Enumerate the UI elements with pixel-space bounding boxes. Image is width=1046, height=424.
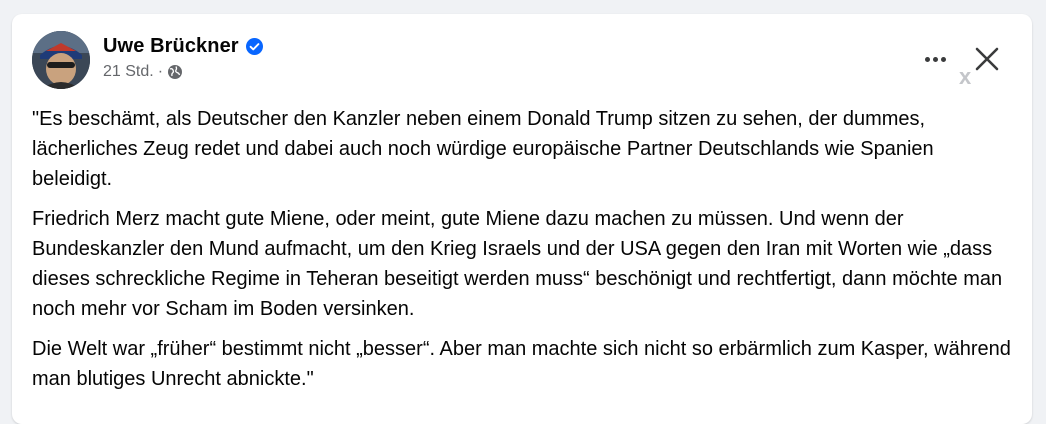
close-icon: [975, 47, 999, 71]
more-dot: [924, 56, 930, 62]
post-subinfo: 21 Std. ·: [103, 63, 263, 81]
verified-badge-icon: [245, 37, 263, 55]
post-paragraph: Friedrich Merz macht gute Miene, oder me…: [32, 208, 1008, 320]
post-paragraph: Die Welt war „früher“ bestimmt nicht „be…: [32, 338, 1017, 390]
author-row: Uwe Brückner: [103, 33, 263, 59]
more-dot: [932, 56, 938, 62]
post-body: "Es beschämt, als Deutscher den Kanzler …: [32, 104, 1022, 404]
more-options-button[interactable]: [917, 48, 953, 70]
avatar[interactable]: [32, 31, 90, 89]
close-button[interactable]: [970, 42, 1004, 76]
post-card: Uwe Brückner 21 Std. · x "Es beschämt, a…: [12, 14, 1032, 424]
post-paragraph: "Es beschämt, als Deutscher den Kanzler …: [32, 108, 945, 190]
separator-dot: ·: [157, 63, 164, 80]
author-name[interactable]: Uwe Brückner: [103, 35, 239, 58]
avatar-image: [32, 31, 90, 89]
globe-icon[interactable]: [167, 64, 183, 80]
post-meta: Uwe Brückner 21 Std. ·: [103, 33, 263, 81]
post-timestamp[interactable]: 21 Std.: [103, 63, 154, 81]
more-dot: [940, 56, 946, 62]
post-header: Uwe Brückner 21 Std. ·: [32, 31, 263, 89]
